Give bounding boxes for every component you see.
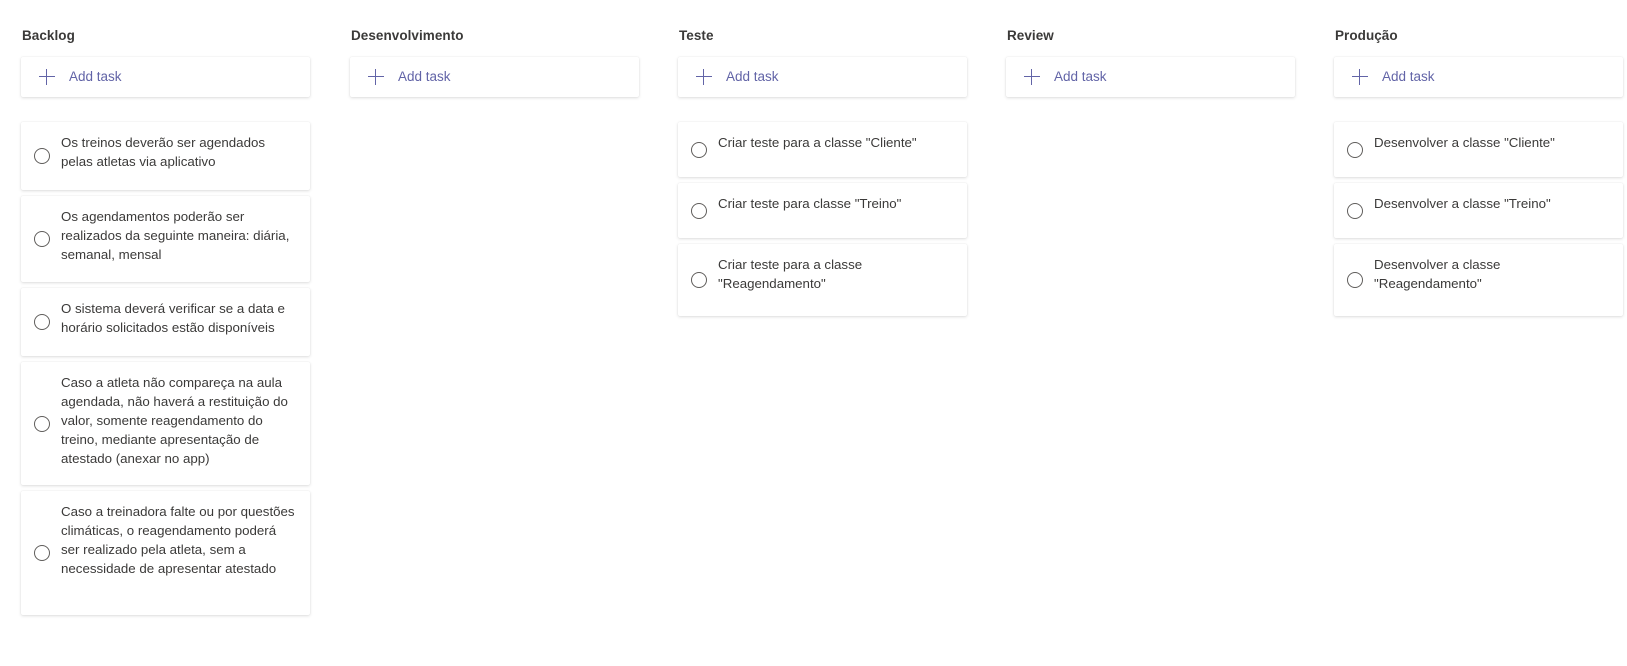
task-card[interactable]: Os agendamentos poderão ser realizados d… [21,196,310,282]
circle-icon[interactable] [691,141,707,158]
plus-icon [368,69,384,85]
add-task-label: Add task [1382,69,1435,84]
task-card[interactable]: Criar teste para a classe "Cliente" [678,122,967,177]
task-title: Os agendamentos poderão ser realizados d… [61,209,290,262]
task-list: Criar teste para a classe "Cliente" Cria… [678,122,967,322]
plus-icon [1352,69,1368,85]
add-task-button[interactable]: Add task [678,57,967,97]
column-title: Backlog [22,28,75,43]
add-task-label: Add task [69,69,122,84]
task-card[interactable]: Caso a treinadora falte ou por questões … [21,491,310,615]
task-card[interactable]: Criar teste para a classe "Reagendamento… [678,244,967,316]
task-card[interactable]: Caso a atleta não compareça na aula agen… [21,362,310,485]
circle-icon[interactable] [1347,202,1363,219]
column-title: Review [1007,28,1054,43]
task-title: Criar teste para a classe "Reagendamento… [718,257,863,291]
task-list: Os treinos deverão ser agendados pelas a… [21,122,310,621]
circle-icon[interactable] [1347,141,1363,158]
plus-icon [1024,69,1040,85]
task-card[interactable]: O sistema deverá verificar se a data e h… [21,288,310,356]
add-task-button[interactable]: Add task [21,57,310,97]
task-title: Caso a atleta não compareça na aula agen… [61,375,288,466]
task-title: Criar teste para classe "Treino" [718,196,902,211]
circle-icon[interactable] [34,545,50,561]
plus-icon [696,69,712,85]
task-card[interactable]: Desenvolver a classe "Reagendamento" [1334,244,1623,316]
task-title: Desenvolver a classe "Treino" [1374,196,1551,211]
add-task-button[interactable]: Add task [350,57,639,97]
circle-icon[interactable] [691,202,707,219]
task-title: Desenvolver a classe "Cliente" [1374,135,1555,150]
circle-icon[interactable] [1347,272,1363,288]
circle-icon[interactable] [34,231,50,247]
add-task-button[interactable]: Add task [1334,57,1623,97]
circle-icon[interactable] [34,314,50,330]
task-board: Backlog Add task Os treinos deverão ser … [0,0,1627,666]
task-title: Criar teste para a classe "Cliente" [718,135,917,150]
column-title: Teste [679,28,714,43]
task-card[interactable]: Desenvolver a classe "Treino" [1334,183,1623,238]
task-title: Os treinos deverão ser agendados pelas a… [61,135,266,169]
task-title: O sistema deverá verificar se a data e h… [61,301,285,335]
circle-icon[interactable] [691,272,707,288]
task-card[interactable]: Desenvolver a classe "Cliente" [1334,122,1623,177]
circle-icon[interactable] [34,148,50,164]
column-title: Desenvolvimento [351,28,464,43]
task-card[interactable]: Criar teste para classe "Treino" [678,183,967,238]
column-title: Produção [1335,28,1398,43]
plus-icon [39,69,55,85]
add-task-label: Add task [398,69,451,84]
task-title: Caso a treinadora falte ou por questões … [61,504,295,576]
task-card[interactable]: Os treinos deverão ser agendados pelas a… [21,122,310,190]
task-title: Desenvolver a classe "Reagendamento" [1374,257,1501,291]
add-task-button[interactable]: Add task [1006,57,1295,97]
circle-icon[interactable] [34,415,50,432]
task-list: Desenvolver a classe "Cliente" Desenvolv… [1334,122,1623,322]
add-task-label: Add task [726,69,779,84]
add-task-label: Add task [1054,69,1107,84]
